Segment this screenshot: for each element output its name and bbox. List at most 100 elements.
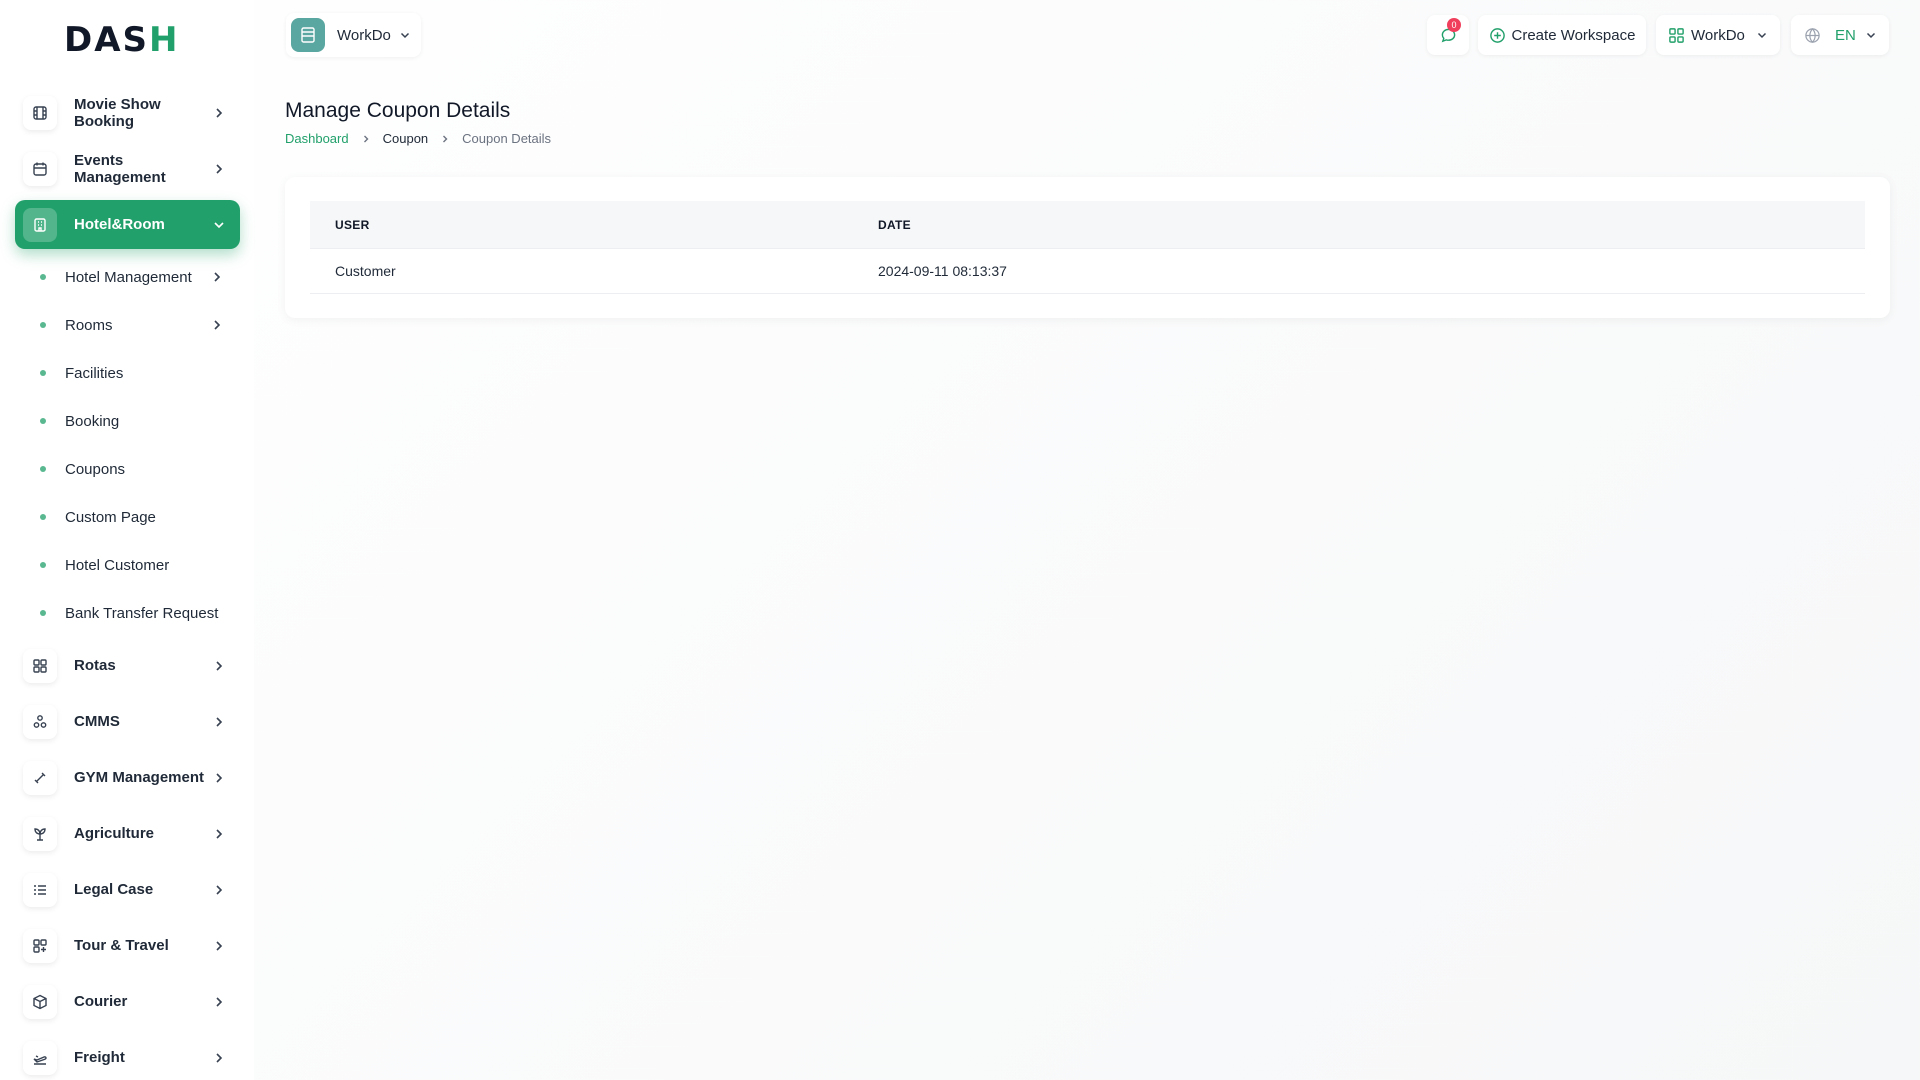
create-workspace-button[interactable]: Create Workspace — [1478, 15, 1646, 55]
cell-user: Customer — [335, 263, 396, 279]
sidebar-item-label: Tour & Travel — [74, 937, 169, 954]
sidebar-subitem-label: Facilities — [65, 364, 124, 382]
workspace-switch-dropdown[interactable]: WorkDo — [1656, 15, 1780, 55]
bullet-icon — [38, 512, 48, 522]
notification-count-badge: 0 — [1447, 18, 1461, 32]
sidebar-subitem-label: Hotel Customer — [65, 556, 170, 574]
box-icon — [23, 984, 57, 1019]
sidebar-subitem-coupons[interactable]: Coupons — [28, 451, 240, 487]
sidebar-item-freight[interactable]: Freight — [15, 1033, 240, 1080]
sidebar-subitem-label: Bank Transfer Request — [65, 604, 219, 622]
chevron-right-icon — [216, 940, 223, 951]
sidebar-item-label: CMMS — [74, 713, 120, 730]
sidebar-item-label: Rotas — [74, 657, 116, 674]
workspace-switch-label: WorkDo — [1691, 26, 1745, 44]
create-workspace-label: Create Workspace — [1511, 26, 1636, 44]
chevron-right-icon — [216, 828, 223, 839]
logo-text-main: DAS — [64, 20, 150, 60]
plant-icon — [23, 816, 57, 851]
sidebar-subitem-label: Booking — [65, 412, 120, 430]
sidebar-item-movie-show-booking[interactable]: Movie Show Booking — [15, 88, 240, 137]
sidebar-item-courier[interactable]: Courier — [15, 977, 240, 1026]
sidebar-subitem-bank-transfer-request[interactable]: Bank Transfer Request — [28, 595, 240, 631]
chevron-right-icon — [216, 660, 223, 671]
sidebar-item-hotel-room[interactable]: Hotel&Room — [15, 200, 240, 249]
list-icon — [23, 872, 57, 907]
sidebar-subitem-booking[interactable]: Booking — [28, 403, 240, 439]
sidebar-item-gym-management[interactable]: GYM Management — [15, 753, 240, 802]
bullet-icon — [38, 560, 48, 570]
sidebar-subitem-label: Hotel Management — [65, 268, 192, 286]
building-icon — [23, 207, 57, 242]
language-label: EN — [1835, 26, 1856, 44]
bullet-icon — [38, 416, 48, 426]
sidebar-item-label: GYM Management — [74, 769, 205, 786]
chevron-down-icon — [214, 221, 224, 228]
sidebar-item-events-management[interactable]: Events Management — [15, 144, 240, 193]
grid-plus-icon — [23, 928, 57, 963]
sidebar-item-label: Legal Case — [74, 881, 154, 898]
messages-button[interactable]: 0 — [1427, 15, 1469, 55]
sidebar-item-label: Hotel&Room — [74, 216, 165, 233]
grid-icon — [23, 648, 57, 683]
calendar-icon — [23, 151, 57, 186]
bullet-icon — [38, 320, 48, 330]
chevron-right-icon — [216, 884, 223, 895]
sidebar-item-label: Events Management — [74, 151, 166, 186]
sidebar-item-tour-travel[interactable]: Tour & Travel — [15, 921, 240, 970]
bullet-icon — [38, 464, 48, 474]
sidebar-subitem-custom-page[interactable]: Custom Page — [28, 499, 240, 535]
breadcrumb-dashboard[interactable]: Dashboard — [285, 131, 349, 146]
dumbbell-icon — [23, 760, 57, 795]
sidebar-subitem-rooms[interactable]: Rooms — [28, 307, 240, 343]
bullet-icon — [38, 272, 48, 282]
coupon-details-card: USER DATE Customer 2024-09-11 08:13:37 — [285, 177, 1890, 318]
sidebar-item-label: Courier — [74, 993, 128, 1010]
sidebar-item-cmms[interactable]: CMMS — [15, 697, 240, 746]
plane-icon — [23, 1040, 57, 1075]
language-dropdown[interactable]: EN — [1791, 15, 1889, 55]
chevron-right-icon — [216, 716, 223, 727]
sidebar-item-rotas[interactable]: Rotas — [15, 641, 240, 690]
chevron-right-icon — [443, 135, 448, 142]
breadcrumb-coupon[interactable]: Coupon — [383, 131, 429, 146]
nodes-icon — [23, 704, 57, 739]
breadcrumb: Dashboard Coupon Coupon Details — [285, 131, 551, 146]
globe-icon — [1805, 27, 1820, 43]
brand-logo[interactable]: DASH — [64, 20, 180, 60]
sidebar-subitem-label: Rooms — [65, 316, 113, 334]
sidebar-subitem-hotel-customer[interactable]: Hotel Customer — [28, 547, 240, 583]
plus-circle-icon — [1489, 27, 1505, 43]
breadcrumb-current: Coupon Details — [462, 131, 552, 146]
chevron-right-icon — [216, 163, 223, 174]
film-icon — [23, 95, 57, 130]
bullet-icon — [38, 608, 48, 618]
chevron-right-icon — [216, 996, 223, 1007]
column-header-user[interactable]: USER — [310, 218, 878, 232]
sidebar-subitem-hotel-management[interactable]: Hotel Management — [28, 259, 240, 295]
sidebar-item-label: Freight — [74, 1049, 125, 1066]
workspace-selector[interactable]: WorkDo — [286, 13, 421, 57]
chevron-right-icon — [363, 135, 369, 142]
sidebar-subitem-facilities[interactable]: Facilities — [28, 355, 240, 391]
sidebar-item-legal-case[interactable]: Legal Case — [15, 865, 240, 914]
sidebar: DASH Movie Show Booking Events Managemen… — [0, 0, 254, 1080]
sidebar-item-agriculture[interactable]: Agriculture — [15, 809, 240, 858]
table-row: Customer 2024-09-11 08:13:37 — [310, 249, 1865, 294]
table-header: USER DATE — [310, 201, 1865, 249]
chevron-down-icon — [400, 32, 410, 39]
coupon-details-table: USER DATE Customer 2024-09-11 08:13:37 — [310, 201, 1865, 294]
bullet-icon — [38, 368, 48, 378]
logo-text-accent: H — [149, 20, 180, 60]
chevron-right-icon — [216, 1052, 223, 1063]
chevron-right-icon — [216, 772, 223, 783]
cell-date: 2024-09-11 08:13:37 — [878, 263, 1007, 279]
workspace-name: WorkDo — [337, 26, 391, 44]
page-title: Manage Coupon Details — [285, 99, 511, 122]
chevron-right-icon — [214, 272, 221, 282]
column-header-date[interactable]: DATE — [878, 218, 1865, 232]
apps-icon — [1669, 27, 1684, 43]
workspace-logo-icon — [291, 18, 325, 52]
sidebar-subitem-label: Coupons — [65, 460, 126, 478]
sidebar-item-label: Movie Show Booking — [74, 95, 161, 130]
